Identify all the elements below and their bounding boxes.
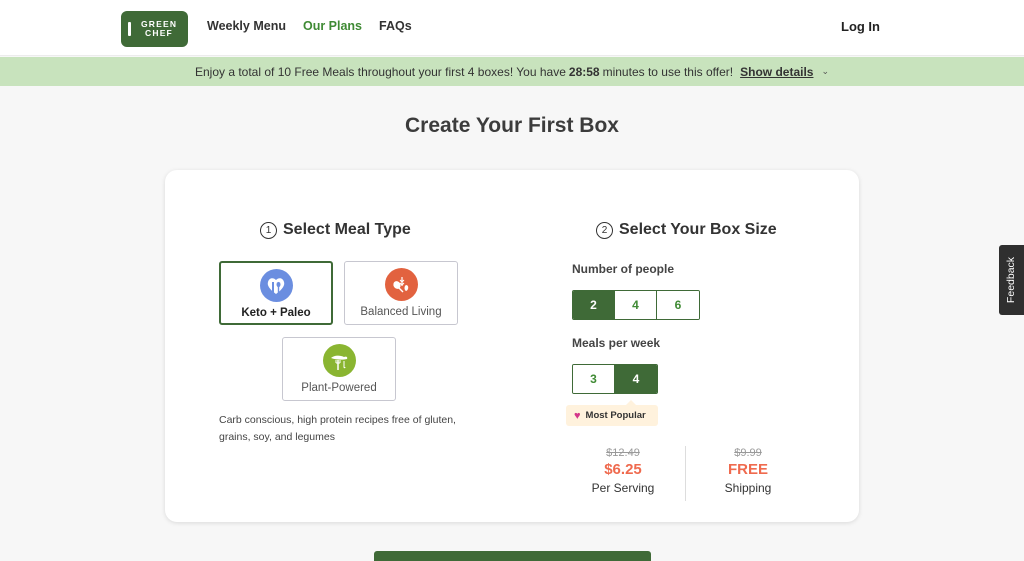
keto-utensils-icon [259,269,293,302]
promo-timer: 28:58 [568,64,600,79]
meals-label: Meals per week [572,336,661,350]
serving-price: $6.25 [604,461,642,478]
shipping-label: Shipping [724,481,772,495]
meal-option-balanced-living[interactable]: Balanced Living [344,261,458,325]
people-option-2[interactable]: 2 [573,291,615,319]
promo-text: Enjoy a total of 10 Free Meals throughou… [194,64,566,79]
feedback-label: Feedback [1005,256,1018,304]
people-option-4[interactable]: 4 [615,291,657,319]
people-option-6[interactable]: 6 [657,291,699,319]
meals-selector: 3 4 [572,364,658,394]
logo-text-line2: CHEF [145,28,173,38]
meal-option-label: Plant-Powered [301,382,377,394]
meals-option-3[interactable]: 3 [573,365,615,393]
shipping-price: $9.99 FREE Shipping [693,447,803,495]
chevron-down-icon[interactable]: ⌄ [821,66,829,77]
per-serving-price: $12.49 $6.25 Per Serving [568,447,678,495]
people-selector: 2 4 6 [572,290,700,320]
meals-option-4[interactable]: 4 [615,365,657,393]
most-popular-badge: ♥ Most Popular [566,400,658,426]
meal-option-plant-powered[interactable]: Plant-Powered [282,337,396,401]
meal-type-title: Select Meal Type [283,221,411,238]
serving-original-price: $12.49 [606,447,640,459]
meal-option-keto-paleo[interactable]: Keto + Paleo [219,261,333,325]
nav-faqs[interactable]: FAQs [379,19,412,33]
meal-option-label: Balanced Living [360,306,442,318]
shipping-price-value: FREE [727,461,768,478]
people-label: Number of people [572,262,675,276]
page-title: Create Your First Box [405,114,619,137]
green-chef-logo[interactable]: GREEN CHEF [121,11,188,47]
main-nav: Weekly Menu Our Plans FAQs [207,19,412,33]
nav-weekly-menu[interactable]: Weekly Menu [207,19,286,33]
meal-type-description: Carb conscious, high protein recipes fre… [219,414,456,443]
step-number-1: 1 [260,221,277,239]
meal-type-heading: 1 Select Meal Type [260,221,411,239]
nav-our-plans[interactable]: Our Plans [303,19,362,33]
box-size-title: Select Your Box Size [619,221,777,238]
continue-button[interactable] [374,551,651,561]
balanced-food-icon [384,268,418,301]
serving-label: Per Serving [591,481,655,495]
most-popular-label: Most Popular [585,410,646,421]
box-builder-card: 1 Select Meal Type Keto + Paleo Balanced… [165,170,859,522]
feedback-tab[interactable]: Feedback [999,245,1024,315]
promo-banner: Enjoy a total of 10 Free Meals throughou… [0,57,1024,86]
login-link[interactable]: Log In [841,19,880,34]
promo-text-after: minutes to use this offer! [602,64,734,79]
price-divider [685,446,686,501]
show-details-link[interactable]: Show details [740,65,813,79]
step-number-2: 2 [596,221,613,239]
shipping-original-price: $9.99 [734,447,762,459]
plant-fork-icon [322,344,356,377]
meal-option-label: Keto + Paleo [241,307,311,319]
heart-icon: ♥ [574,409,581,422]
box-size-heading: 2 Select Your Box Size [596,221,777,239]
logo-mark-icon [128,22,131,36]
site-header: GREEN CHEF Weekly Menu Our Plans FAQs Lo… [0,0,1024,56]
